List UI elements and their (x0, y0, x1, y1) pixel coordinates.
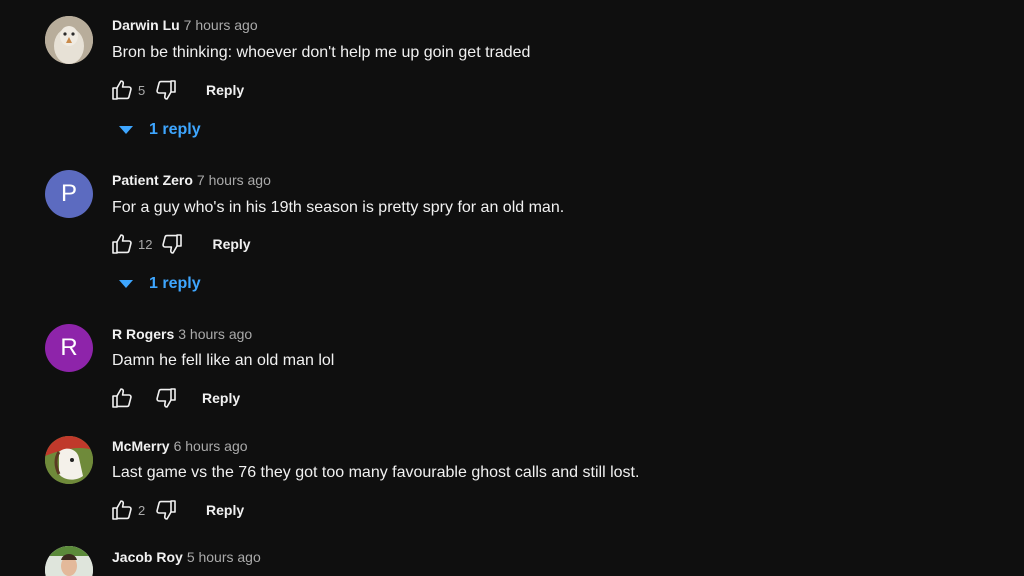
comment-timestamp[interactable]: 6 hours ago (174, 438, 248, 454)
comment-actions: 2 Reply (108, 496, 244, 524)
dislike-button[interactable] (152, 76, 180, 104)
reply-button[interactable]: Reply (206, 82, 244, 98)
dislike-button[interactable] (152, 384, 180, 412)
comment-actions: 12 Reply (108, 230, 251, 258)
replies-label: 1 reply (149, 121, 201, 138)
like-count: 2 (138, 502, 146, 518)
comment-author[interactable]: McMerry (112, 438, 170, 454)
thumbs-down-icon (162, 234, 183, 254)
thumbs-up-icon (112, 500, 132, 520)
like-button[interactable] (108, 384, 136, 412)
avatar[interactable] (45, 546, 93, 576)
reply-button[interactable]: Reply (206, 502, 244, 518)
avatar[interactable] (45, 16, 93, 64)
like-button[interactable] (108, 76, 136, 104)
comment-header: Darwin Lu 7 hours ago (112, 17, 258, 33)
comment-text: Bron be thinking: whoever don't help me … (112, 44, 531, 61)
avatar[interactable] (45, 436, 93, 484)
thumbs-up-icon (112, 80, 132, 100)
like-button[interactable] (108, 496, 136, 524)
avatar[interactable]: R (45, 324, 93, 372)
comment-timestamp[interactable]: 5 hours ago (187, 549, 261, 565)
reply-button[interactable]: Reply (202, 390, 240, 406)
thumbs-up-icon (112, 388, 132, 408)
comment-timestamp[interactable]: 3 hours ago (178, 326, 252, 342)
comment-timestamp[interactable]: 7 hours ago (184, 17, 258, 33)
caret-down-icon (119, 280, 133, 288)
cartoon-horse-avatar-icon (45, 436, 93, 484)
bird-photo-avatar-icon (45, 16, 93, 64)
comment-header: Patient Zero 7 hours ago (112, 172, 271, 188)
comment-header: R Rogers 3 hours ago (112, 326, 252, 342)
thumbs-down-icon (156, 388, 176, 408)
comment-text: For a guy who's in his 19th season is pr… (112, 199, 565, 216)
comment-timestamp[interactable]: 7 hours ago (197, 172, 271, 188)
like-button[interactable] (108, 230, 136, 258)
replies-label: 1 reply (149, 275, 201, 292)
view-replies-button[interactable]: 1 reply (116, 118, 201, 142)
view-replies-button[interactable]: 1 reply (116, 272, 201, 296)
dislike-button[interactable] (158, 230, 186, 258)
comment-author[interactable]: Jacob Roy (112, 549, 183, 565)
comment-actions: Reply (108, 384, 240, 412)
avatar-letter: P (60, 180, 77, 207)
comment-actions: 5 Reply (108, 76, 244, 104)
caret-down-icon (119, 126, 133, 134)
avatar[interactable]: P (45, 170, 93, 218)
comment-header: McMerry 6 hours ago (112, 438, 248, 454)
comment-text: Damn he fell like an old man lol (112, 352, 335, 369)
reply-button[interactable]: Reply (212, 236, 250, 252)
comment-author[interactable]: Darwin Lu (112, 17, 180, 33)
thumbs-up-icon (112, 234, 132, 254)
dislike-button[interactable] (152, 496, 180, 524)
comment-header: Jacob Roy 5 hours ago (112, 549, 261, 565)
person-photo-avatar-icon (45, 546, 93, 576)
thumbs-down-icon (156, 80, 176, 100)
avatar-letter: R (60, 334, 78, 361)
like-count: 12 (138, 236, 153, 252)
thumbs-down-icon (156, 500, 176, 520)
comment-author[interactable]: Patient Zero (112, 172, 193, 188)
like-count: 5 (138, 82, 146, 98)
comment-author[interactable]: R Rogers (112, 326, 174, 342)
comment-text: Last game vs the 76 they got too many fa… (112, 464, 640, 481)
